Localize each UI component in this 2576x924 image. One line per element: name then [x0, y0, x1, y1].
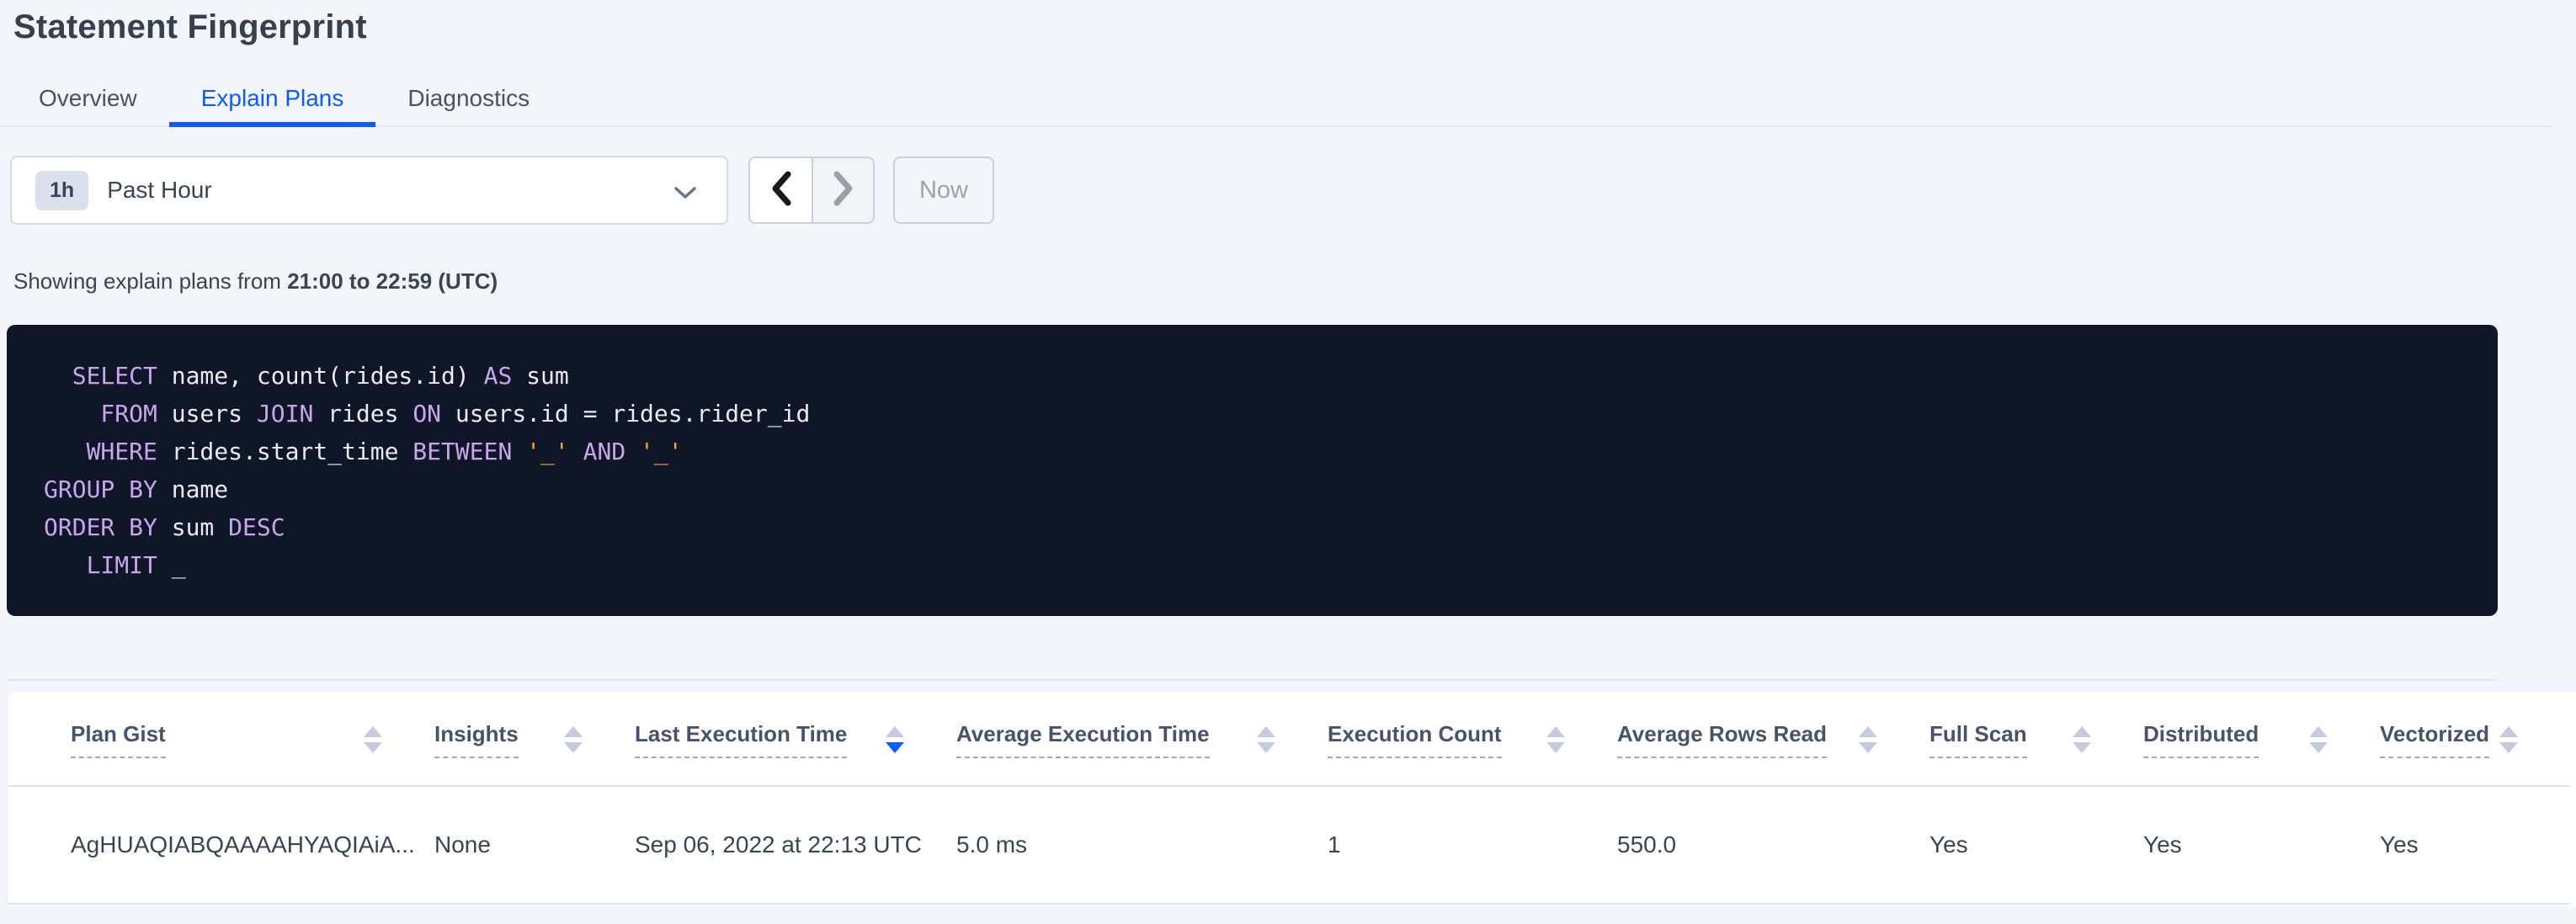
column-label: Distributed — [2143, 721, 2259, 758]
column-header-distributed[interactable]: Distributed — [2143, 693, 2380, 786]
column-header-vectorized[interactable]: Vectorized — [2380, 693, 2570, 786]
sql-statement-block: SELECT name, count(rides.id) AS sum FROM… — [7, 325, 2498, 616]
explain-plans-card: Plan Gist Insights Last Execution Time Aver… — [8, 692, 2576, 906]
sql-code-line: WHERE rides.start_time BETWEEN '_' AND '… — [44, 433, 2461, 470]
sort-arrows-icon[interactable] — [2309, 726, 2328, 753]
column-label: Plan Gist — [71, 721, 166, 758]
column-label: Average Execution Time — [956, 721, 1210, 758]
sql-code-line: SELECT name, count(rides.id) AS sum — [44, 357, 2461, 395]
page-title: Statement Fingerprint — [0, 0, 2576, 46]
column-header-plan-gist[interactable]: Plan Gist — [8, 693, 434, 786]
cell-distributed: Yes — [2143, 786, 2380, 904]
sql-code-line: ORDER BY sum DESC — [44, 508, 2461, 546]
column-header-average-rows-read[interactable]: Average Rows Read — [1617, 693, 1929, 786]
cell-last-execution-time: Sep 06, 2022 at 22:13 UTC — [635, 786, 956, 904]
tab-bar: OverviewExplain PlansDiagnostics — [0, 73, 2552, 127]
cell-full-scan: Yes — [1929, 786, 2143, 904]
table-row: AgHUAQIABQAAAAHYAQIAiA...NoneSep 06, 202… — [8, 786, 2570, 904]
cell-vectorized: Yes — [2380, 786, 2570, 904]
time-shortcut-badge: 1h — [35, 171, 88, 210]
next-time-range-button[interactable] — [812, 158, 873, 222]
column-label: Vectorized — [2380, 721, 2489, 758]
sort-arrows-icon[interactable] — [364, 726, 382, 753]
column-header-last-execution-time[interactable]: Last Execution Time — [635, 693, 956, 786]
sort-arrows-icon[interactable] — [1859, 726, 1877, 753]
section-divider — [7, 679, 2498, 681]
range-summary-bold: 21:00 to 22:59 (UTC) — [287, 268, 498, 294]
sort-arrows-icon[interactable] — [1546, 726, 1565, 753]
sort-arrows-icon[interactable] — [2499, 726, 2518, 753]
sort-arrows-icon[interactable] — [1257, 726, 1275, 753]
column-header-insights[interactable]: Insights — [434, 693, 635, 786]
explain-plans-table: Plan Gist Insights Last Execution Time Aver… — [8, 693, 2570, 905]
cell-average-rows-read: 550.0 — [1617, 786, 1929, 904]
sql-code-line: FROM users JOIN rides ON users.id = ride… — [44, 395, 2461, 433]
column-header-average-execution-time[interactable]: Average Execution Time — [956, 693, 1328, 786]
chevron-right-icon — [832, 170, 855, 211]
previous-time-range-button[interactable] — [750, 158, 812, 222]
range-summary: Showing explain plans from 21:00 to 22:5… — [13, 268, 2576, 295]
column-label: Execution Count — [1328, 721, 1502, 758]
column-header-full-scan[interactable]: Full Scan — [1929, 693, 2143, 786]
statement-fingerprint-page: Statement Fingerprint OverviewExplain Pl… — [0, 0, 2576, 924]
column-label: Full Scan — [1929, 721, 2027, 758]
sql-code-line: GROUP BY name — [44, 470, 2461, 508]
cell-plan-gist[interactable]: AgHUAQIABQAAAAHYAQIAiA... — [8, 786, 434, 904]
cell-execution-count: 1 — [1328, 786, 1617, 904]
sort-arrows-icon[interactable] — [886, 726, 904, 753]
tab-diagnostics[interactable]: Diagnostics — [375, 73, 562, 127]
table-header-row: Plan Gist Insights Last Execution Time Aver… — [8, 693, 2570, 786]
time-picker-row: 1h Past Hour Now — [10, 156, 2576, 225]
sql-code-line: LIMIT _ — [44, 546, 2461, 584]
chevron-down-icon — [673, 185, 698, 204]
column-header-execution-count[interactable]: Execution Count — [1328, 693, 1617, 786]
column-label: Last Execution Time — [635, 721, 847, 758]
sort-arrows-icon[interactable] — [2073, 726, 2091, 753]
time-range-dropdown[interactable]: 1h Past Hour — [10, 156, 728, 225]
range-summary-prefix: Showing explain plans from — [13, 268, 287, 294]
tab-overview[interactable]: Overview — [7, 73, 169, 127]
column-label: Insights — [434, 721, 519, 758]
time-range-label: Past Hour — [107, 177, 212, 204]
time-nav-button-group — [748, 157, 875, 224]
sort-arrows-icon[interactable] — [564, 726, 583, 753]
chevron-left-icon — [769, 170, 793, 211]
column-label: Average Rows Read — [1617, 721, 1827, 758]
cell-average-execution-time: 5.0 ms — [956, 786, 1328, 904]
now-button[interactable]: Now — [893, 157, 994, 224]
cell-insights: None — [434, 786, 635, 904]
tab-explain-plans[interactable]: Explain Plans — [169, 73, 376, 127]
